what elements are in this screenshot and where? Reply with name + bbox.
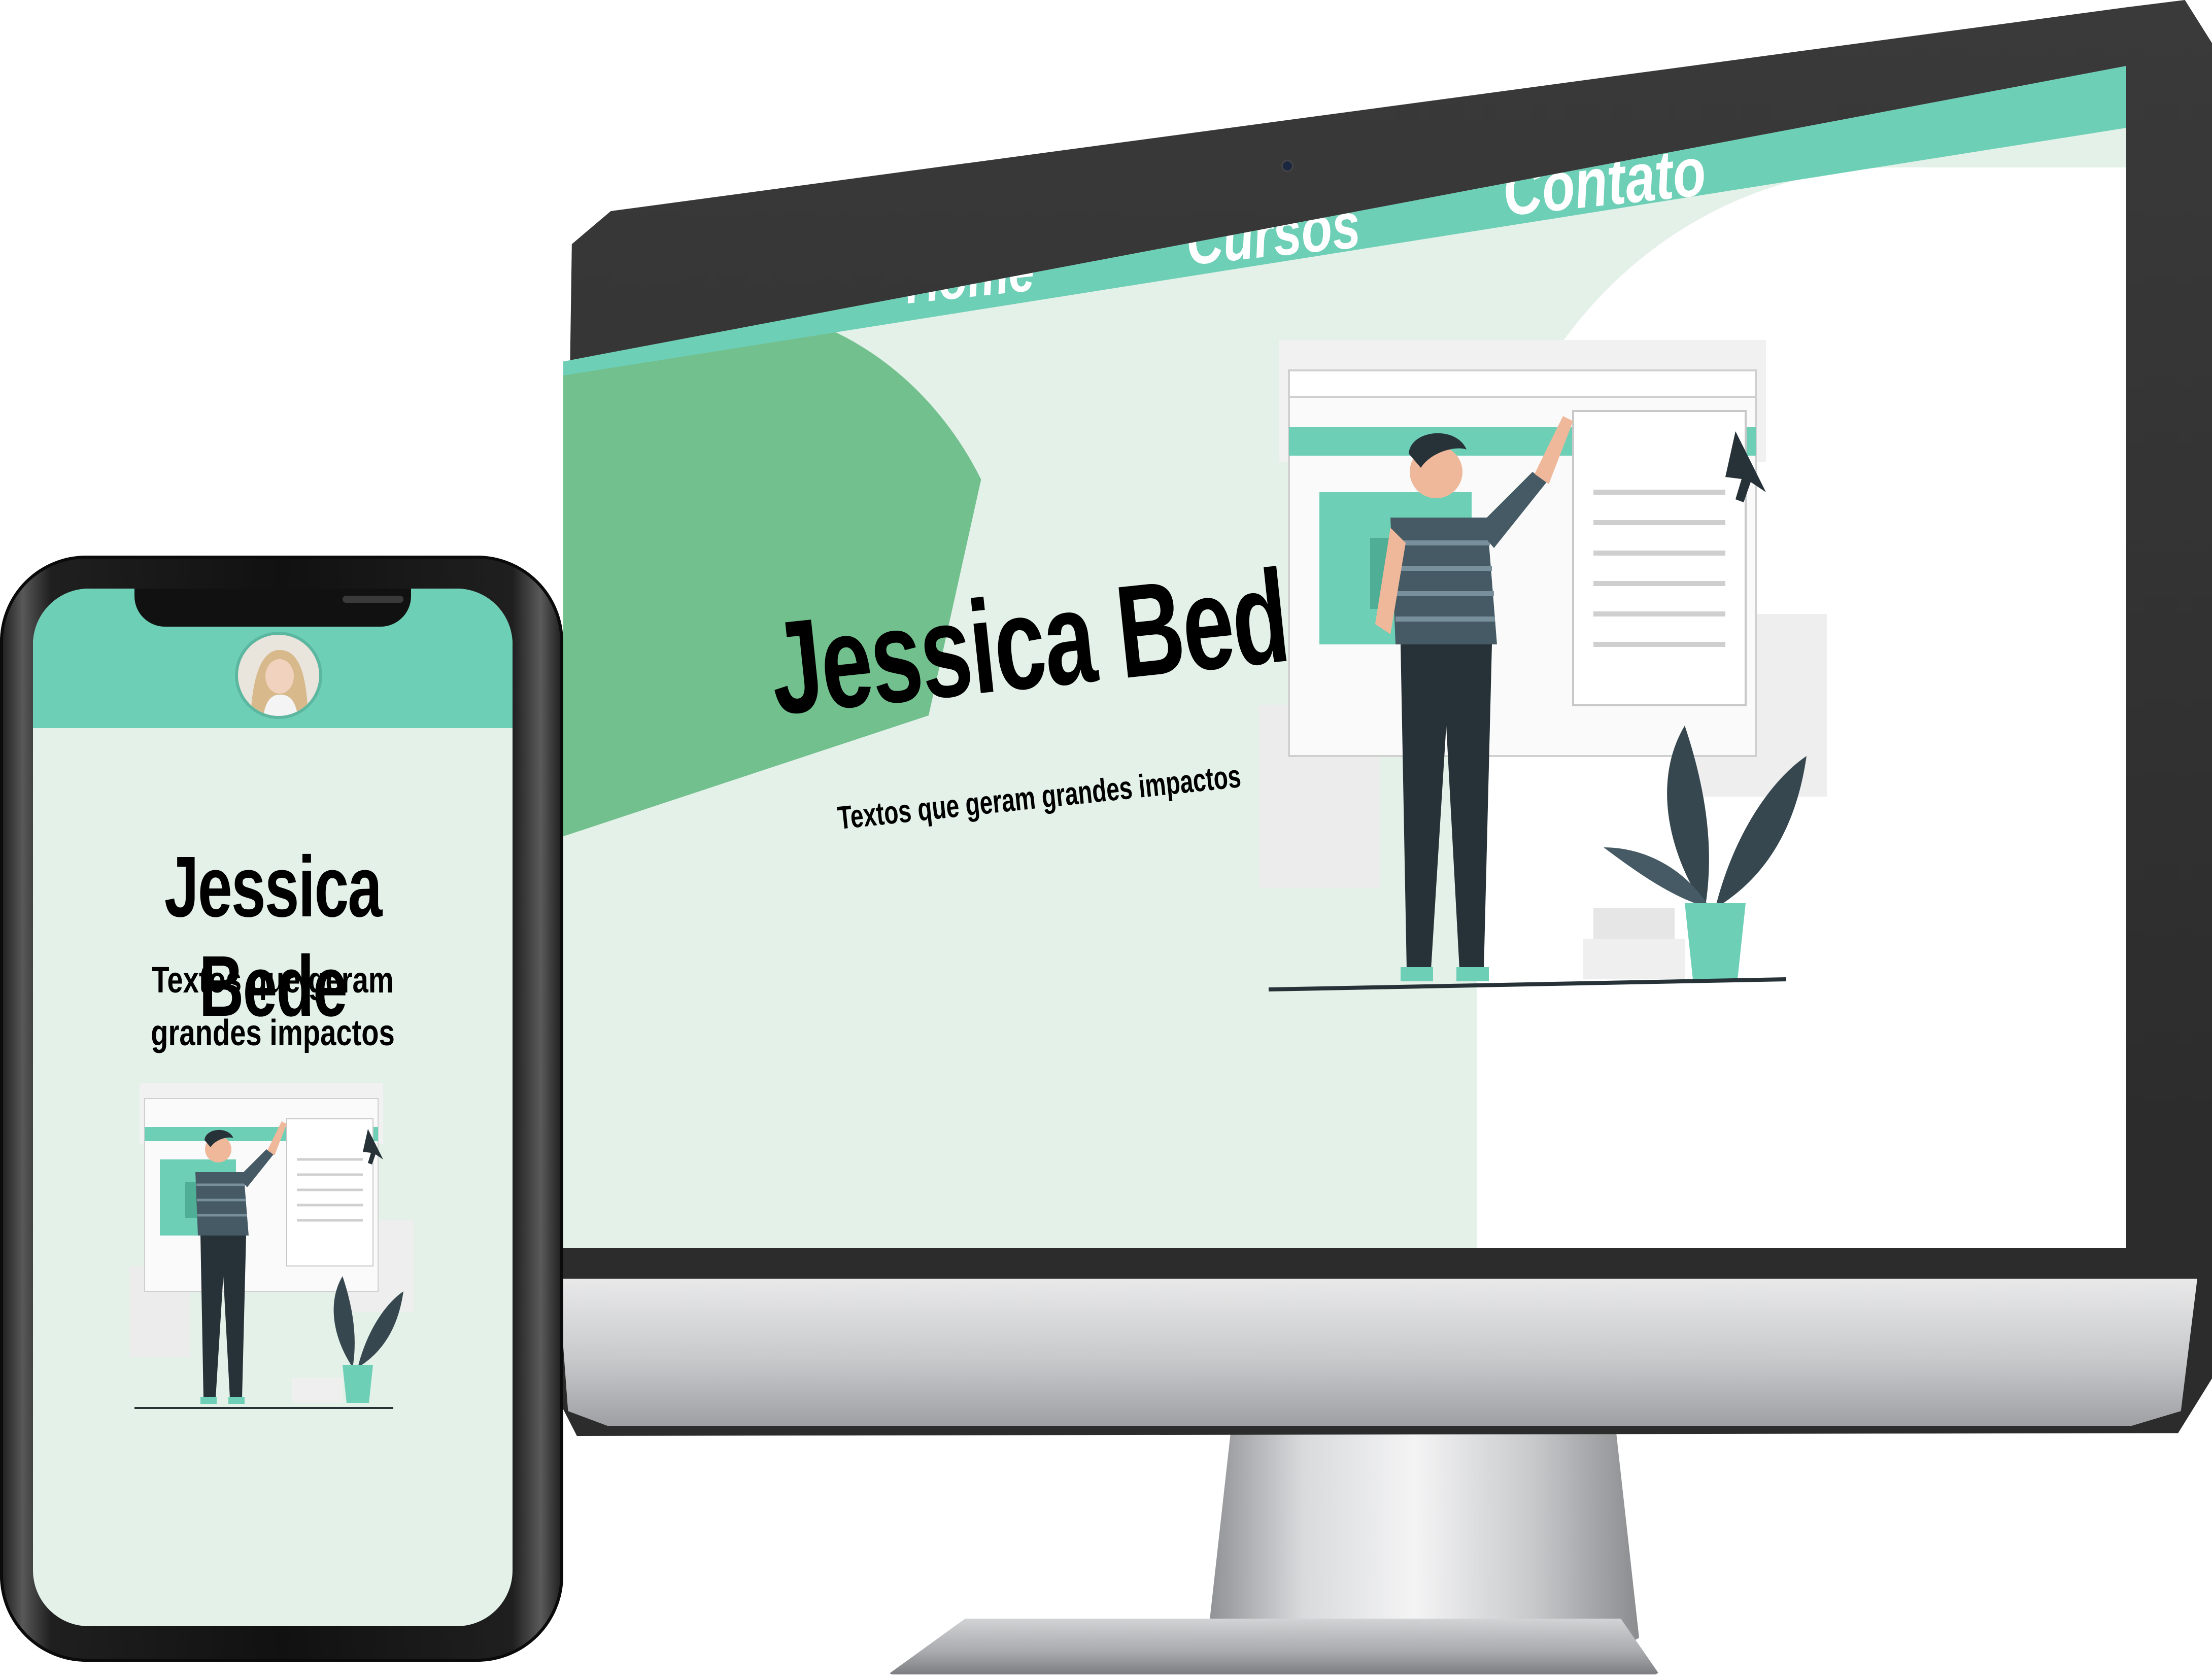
mobile-website-screen: Jessica Bede Textos que geram grandes im… xyxy=(33,589,513,1626)
desktop-monitor-chin xyxy=(558,1279,2197,1426)
hero-subtitle: Textos que geram grandes impactos xyxy=(836,757,1243,837)
webcam-icon xyxy=(1281,160,1294,172)
monitor-stand-base xyxy=(888,1619,1659,1674)
avatar[interactable] xyxy=(235,632,322,719)
avatar-photo xyxy=(238,635,319,716)
person-pointing-illustration xyxy=(1258,340,1827,991)
mobile-hero-subtitle: Textos que geram grandes impactos xyxy=(151,960,395,1053)
phone-speaker xyxy=(343,596,403,603)
phone-notch xyxy=(134,589,411,627)
mobile-person-pointing-illustration xyxy=(129,1083,414,1409)
